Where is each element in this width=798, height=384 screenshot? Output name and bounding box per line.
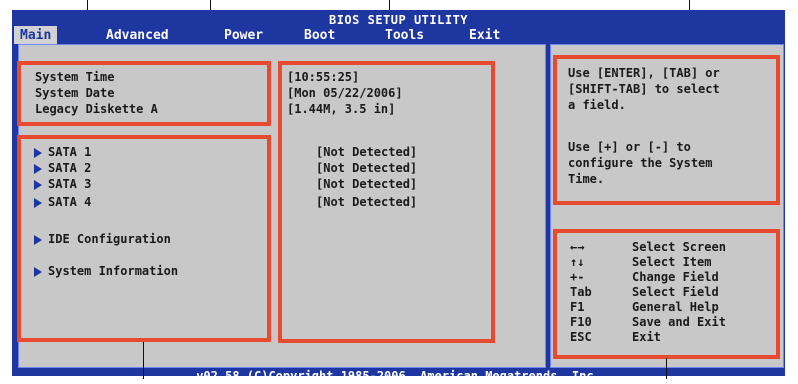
submenu-label: SATA 4 bbox=[48, 195, 92, 209]
help-text-line: Time. bbox=[568, 172, 605, 186]
tab-boot[interactable]: Boot bbox=[304, 26, 335, 44]
key-row: +- Change Field bbox=[570, 270, 775, 285]
key-desc: Exit bbox=[632, 330, 661, 344]
submenu-sata-3[interactable]: SATA 3 bbox=[34, 176, 91, 192]
key-desc: Select Item bbox=[632, 255, 712, 269]
bios-title: BIOS SETUP UTILITY bbox=[328, 13, 469, 27]
setting-value-system-date[interactable]: [Mon 05/22/2006] bbox=[287, 85, 403, 101]
copyright-footer: v02.58 (C)Copyright 1985-2006, American … bbox=[196, 369, 601, 383]
arrow-right-icon bbox=[34, 147, 42, 158]
key-desc: Change Field bbox=[632, 270, 719, 284]
arrow-right-icon bbox=[34, 179, 42, 190]
submenu-ide-configuration[interactable]: IDE Configuration bbox=[34, 231, 171, 247]
submenu-sata-1[interactable]: SATA 1 bbox=[34, 144, 91, 160]
arrow-right-icon bbox=[34, 266, 42, 277]
key-row: F10 Save and Exit bbox=[570, 315, 775, 330]
submenu-label: System Information bbox=[48, 264, 179, 278]
submenu-system-information[interactable]: System Information bbox=[34, 263, 178, 279]
key-row: F1 General Help bbox=[570, 300, 775, 315]
arrow-right-icon bbox=[34, 234, 42, 245]
sata-3-status: [Not Detected] bbox=[316, 177, 418, 191]
tab-main[interactable]: Main bbox=[14, 26, 58, 44]
arrow-right-icon bbox=[34, 163, 42, 174]
setting-label-legacy-diskette[interactable]: Legacy Diskette A bbox=[35, 101, 158, 117]
f10-key: F10 bbox=[570, 315, 592, 329]
callout-line bbox=[666, 358, 667, 379]
submenu-label: SATA 3 bbox=[48, 177, 92, 191]
tab-exit[interactable]: Exit bbox=[469, 26, 500, 44]
key-row: ←→ Select Screen bbox=[570, 240, 775, 255]
submenu-label: SATA 2 bbox=[48, 161, 92, 175]
menu-tabs: Main Advanced Power Boot Tools Exit bbox=[12, 26, 785, 44]
help-text-line: Use [+] or [-] to bbox=[568, 140, 691, 154]
sata-1-status: [Not Detected] bbox=[316, 145, 418, 159]
setting-value-legacy-diskette[interactable]: [1.44M, 3.5 in] bbox=[287, 101, 395, 117]
key-desc: General Help bbox=[632, 300, 719, 314]
bios-window: BIOS SETUP UTILITY Main Advanced Power B… bbox=[12, 10, 785, 383]
left-right-arrow-icon: ←→ bbox=[570, 240, 585, 254]
help-text-line: configure the System bbox=[568, 156, 713, 170]
tab-tools[interactable]: Tools bbox=[385, 26, 424, 44]
help-text-line: a field. bbox=[568, 98, 626, 112]
tab-power[interactable]: Power bbox=[224, 26, 263, 44]
key-row: Tab Select Field bbox=[570, 285, 775, 300]
submenu-sata-4[interactable]: SATA 4 bbox=[34, 194, 91, 210]
plus-minus-key: +- bbox=[570, 270, 585, 284]
help-text-line: Use [ENTER], [TAB] or bbox=[568, 66, 720, 80]
submenu-label: IDE Configuration bbox=[48, 232, 171, 246]
key-legend: ←→ Select Screen ↑↓ Select Item +- Change F… bbox=[570, 240, 775, 345]
arrow-right-icon bbox=[34, 197, 42, 208]
callout-line bbox=[143, 342, 144, 379]
tab-advanced[interactable]: Advanced bbox=[106, 26, 169, 44]
submenu-sata-2[interactable]: SATA 2 bbox=[34, 160, 91, 176]
setting-label-system-time[interactable]: System Time bbox=[35, 69, 114, 85]
key-desc: Select Screen bbox=[632, 240, 726, 254]
help-text-line: [SHIFT-TAB] to select bbox=[568, 82, 720, 96]
key-row: ESC Exit bbox=[570, 330, 775, 345]
submenu-label: SATA 1 bbox=[48, 145, 92, 159]
sata-2-status: [Not Detected] bbox=[316, 161, 418, 175]
key-row: ↑↓ Select Item bbox=[570, 255, 775, 270]
f1-key: F1 bbox=[570, 300, 585, 314]
up-down-arrow-icon: ↑↓ bbox=[570, 255, 585, 269]
tab-key: Tab bbox=[570, 285, 592, 299]
setting-label-system-date[interactable]: System Date bbox=[35, 85, 114, 101]
key-desc: Select Field bbox=[632, 285, 719, 299]
setting-value-system-time[interactable]: [10:55:25] bbox=[287, 69, 359, 85]
key-desc: Save and Exit bbox=[632, 315, 726, 329]
sata-4-status: [Not Detected] bbox=[316, 195, 418, 209]
esc-key: ESC bbox=[570, 330, 592, 344]
